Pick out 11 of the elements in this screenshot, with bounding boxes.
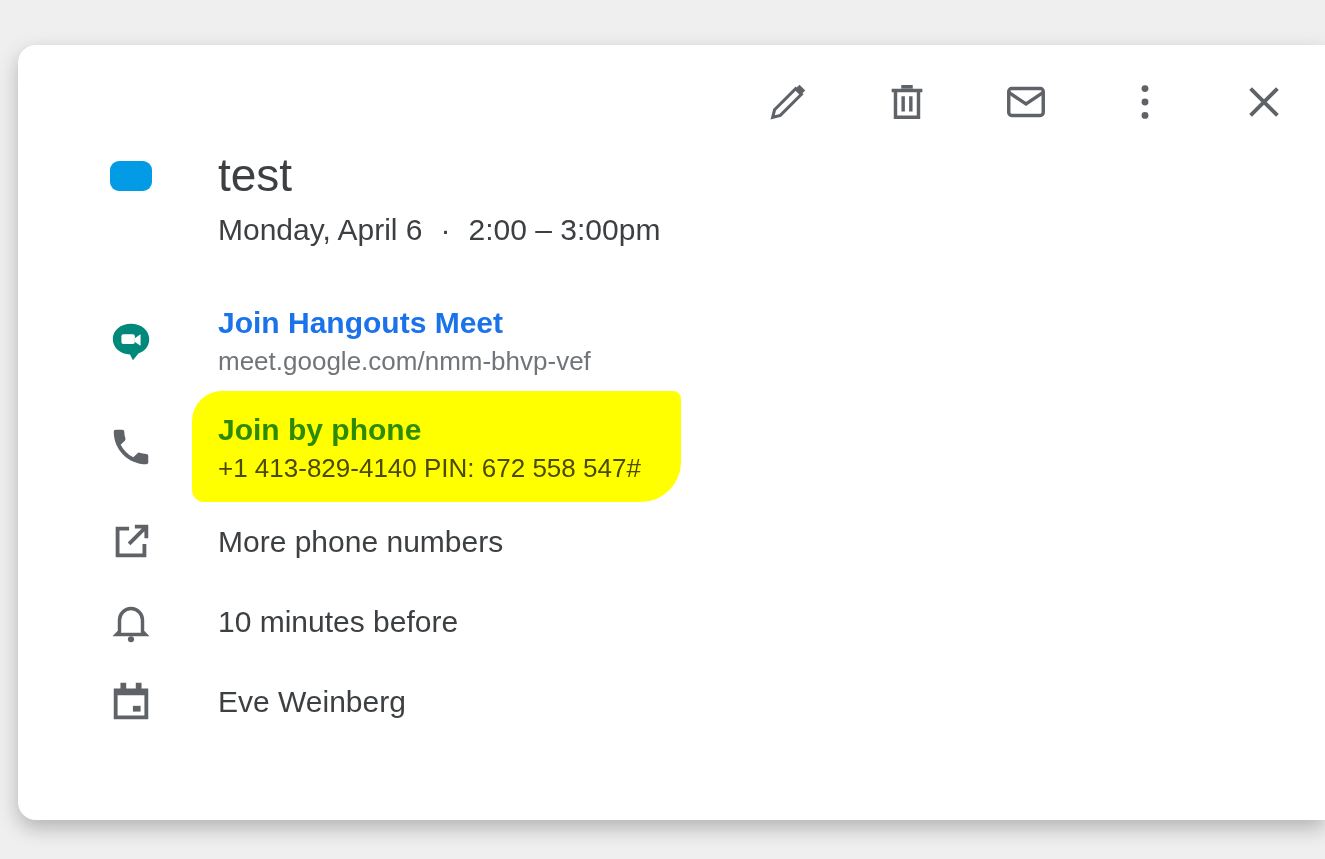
join-link[interactable]: Join by phone bbox=[218, 413, 422, 447]
phone-numbers-link[interactable]: More phone numbers bbox=[218, 525, 1325, 559]
join-details: meet.google.com/nmm-bhvp-vef bbox=[218, 345, 591, 377]
event-date: Monday, April 6 bbox=[218, 213, 423, 247]
join-details: +1 413-829-4140 PIN: 672 558 547# bbox=[218, 453, 641, 484]
detail-text: Eve Weinberg bbox=[218, 685, 407, 719]
event-title: test bbox=[218, 148, 294, 203]
detail-text: 10 minutes before bbox=[218, 605, 460, 639]
separator-dot: · bbox=[440, 213, 451, 247]
event-time: 2:00 – 3:00pm bbox=[468, 213, 661, 247]
join-link[interactable]: Join Hangouts Meet bbox=[218, 305, 503, 340]
